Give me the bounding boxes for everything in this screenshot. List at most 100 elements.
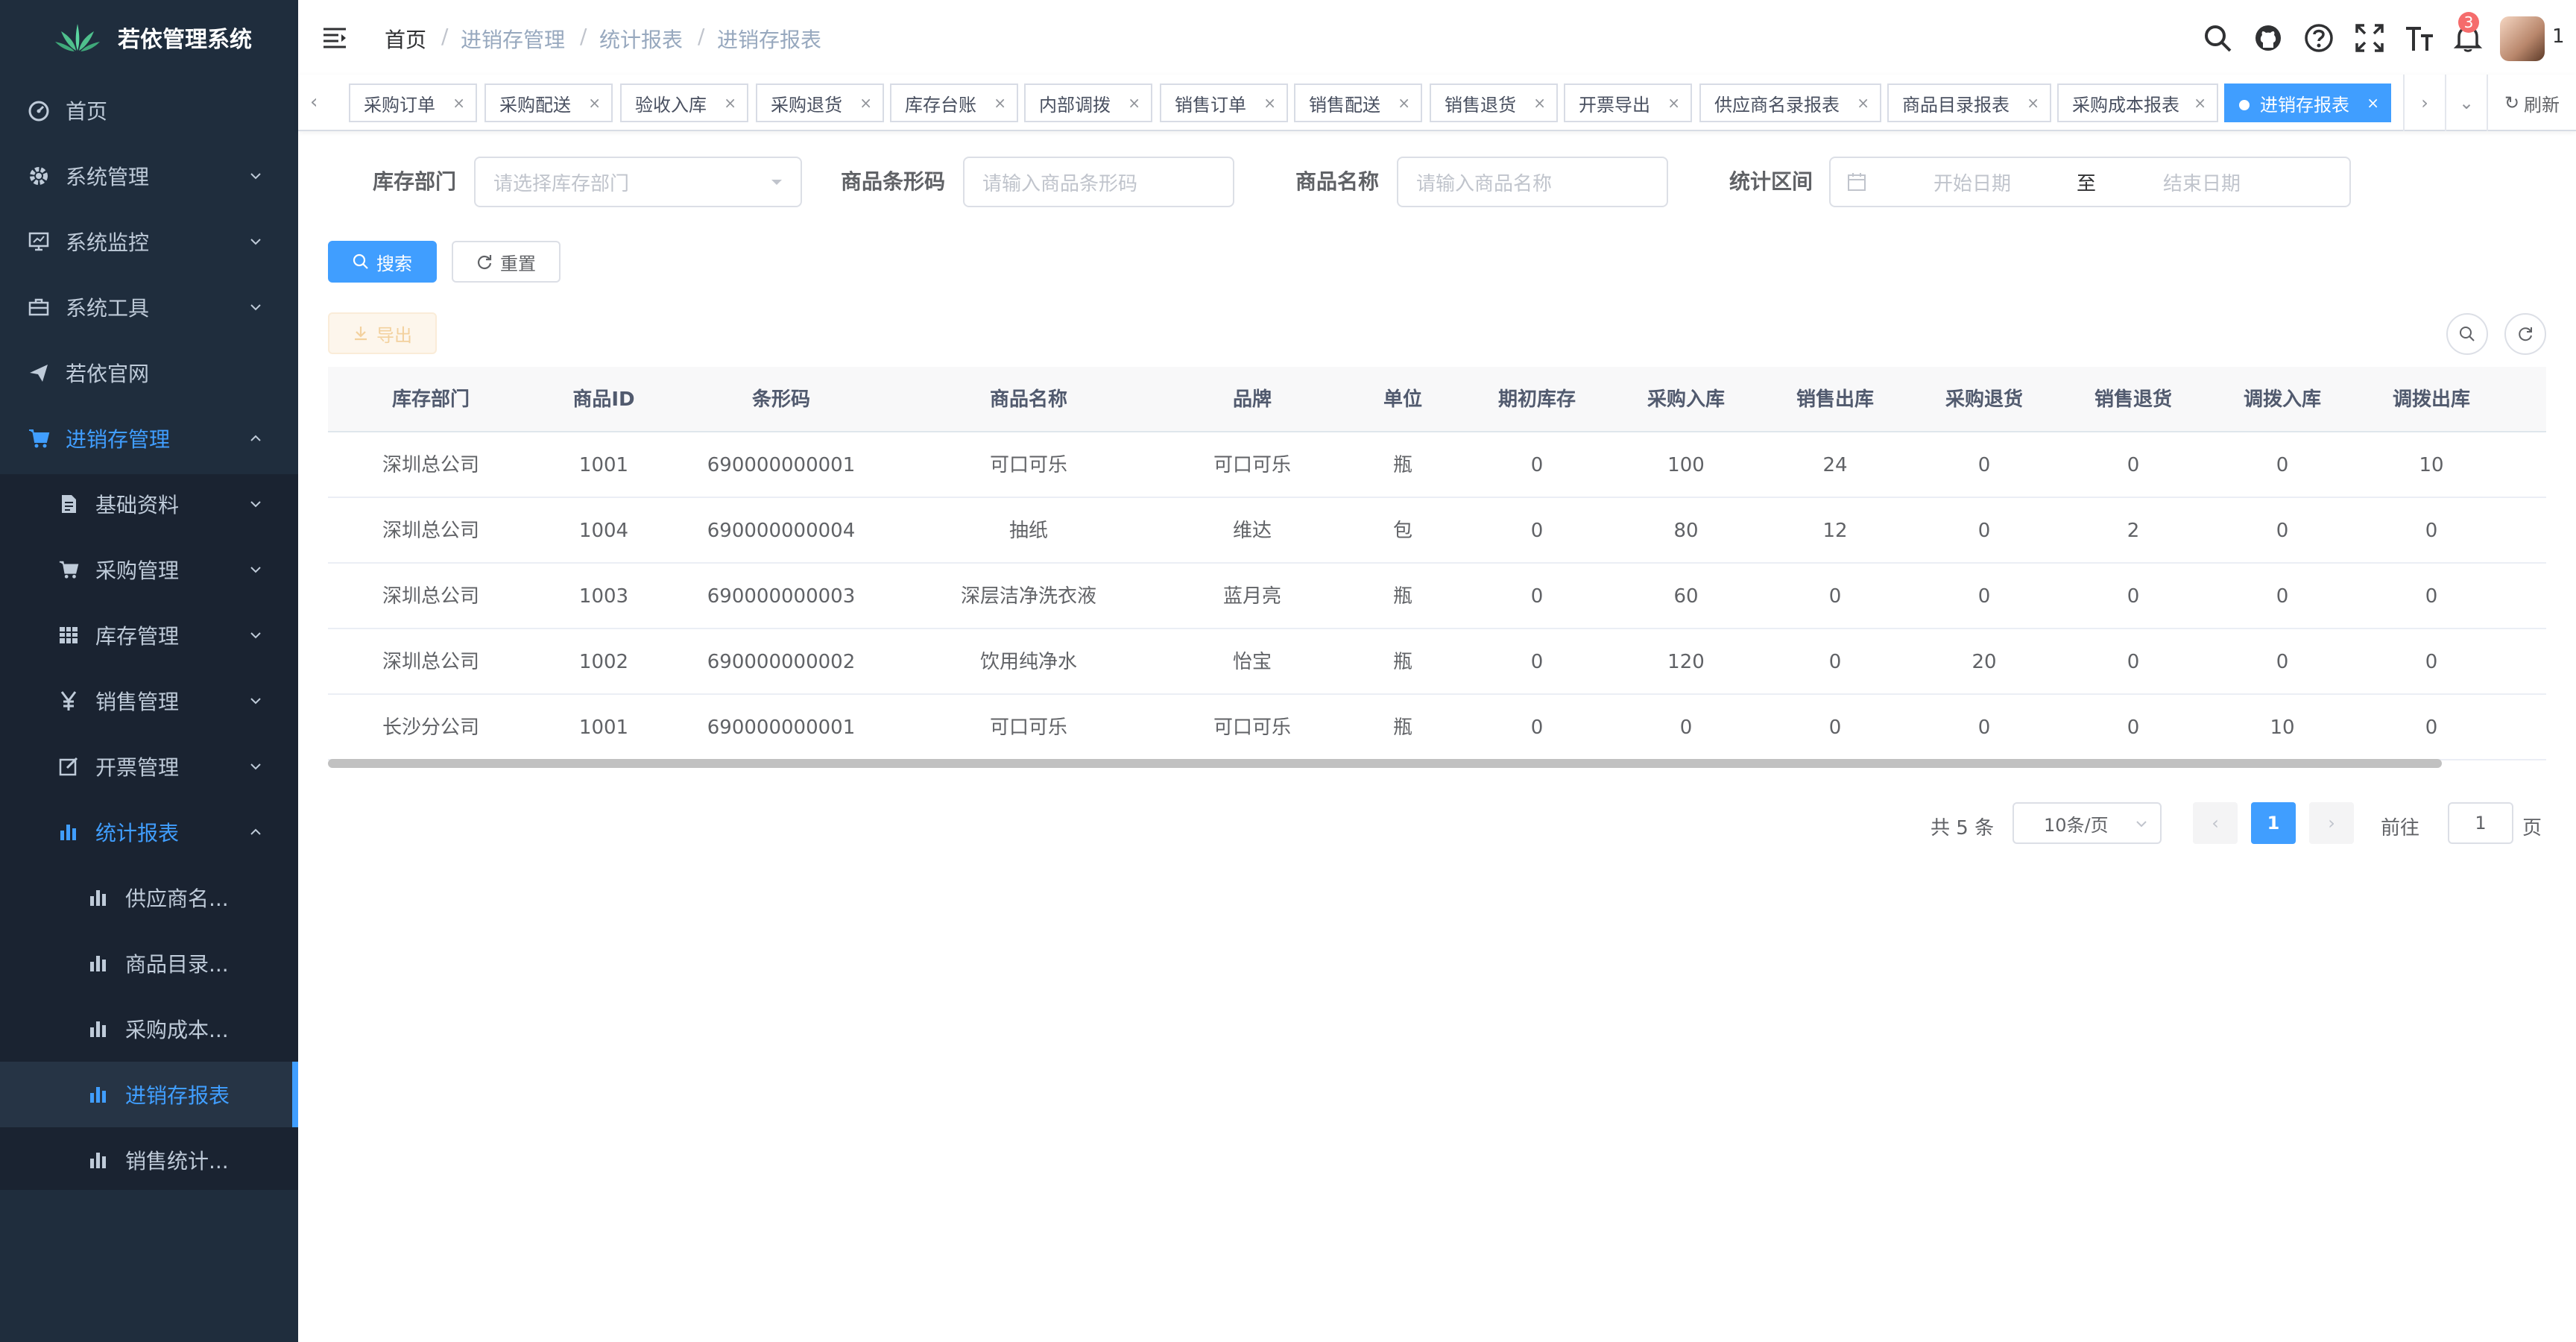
sidebar-item-catalog-report[interactable]: 商品目录... bbox=[0, 930, 298, 996]
bar-chart-icon bbox=[86, 1017, 110, 1041]
question-icon[interactable] bbox=[2303, 22, 2334, 54]
product-name-input[interactable]: 请输入商品名称 bbox=[1397, 157, 1668, 207]
chevron-down-icon[interactable]: ⌄ bbox=[2445, 75, 2487, 131]
sidebar-item-website[interactable]: 若依官网 bbox=[0, 340, 298, 406]
sidebar-item-stock[interactable]: 库存管理 bbox=[0, 602, 298, 668]
sidebar-item-cost-report[interactable]: 采购成本... bbox=[0, 996, 298, 1062]
sidebar-item-sales-report[interactable]: 销售统计... bbox=[0, 1127, 298, 1193]
breadcrumb-item[interactable]: 进销存管理 bbox=[461, 24, 565, 54]
hamburger-icon[interactable] bbox=[322, 25, 347, 51]
sidebar-item-supplier-report[interactable]: 供应商名... bbox=[0, 865, 298, 930]
close-icon[interactable]: × bbox=[588, 94, 601, 112]
table-row[interactable]: 深圳总公司 1001 690000000001 可口可乐 可口可乐 瓶 0 100 24 0 0 0 1… bbox=[328, 432, 2546, 498]
toggle-search-button[interactable] bbox=[2446, 313, 2488, 355]
font-size-icon[interactable] bbox=[2405, 22, 2436, 54]
close-icon[interactable]: × bbox=[2367, 94, 2379, 112]
tag-label: 销售配送 bbox=[1309, 94, 1380, 116]
tag-item[interactable]: 采购订单 × bbox=[349, 84, 477, 122]
date-range-picker[interactable]: 开始日期 至 结束日期 bbox=[1829, 157, 2351, 207]
tag-item[interactable]: 销售订单 × bbox=[1160, 84, 1288, 122]
tag-item[interactable]: 进销存报表 × bbox=[2224, 84, 2391, 122]
refresh-icon bbox=[2519, 327, 2532, 341]
close-icon[interactable]: × bbox=[1128, 94, 1140, 112]
close-icon[interactable]: × bbox=[1533, 94, 1546, 112]
table-cell: 0 bbox=[2127, 716, 2140, 739]
chevron-right-icon[interactable]: › bbox=[2403, 75, 2445, 131]
navbar: 首页 / 进销存管理 / 统计报表 / 进销存报表 3 1 bbox=[298, 0, 2576, 75]
close-icon[interactable]: × bbox=[1667, 94, 1680, 112]
close-icon[interactable]: × bbox=[1398, 94, 1410, 112]
sidebar-item-monitor[interactable]: 系统监控 bbox=[0, 209, 298, 274]
avatar[interactable] bbox=[2500, 16, 2545, 61]
start-date-placeholder[interactable]: 开始日期 bbox=[1933, 168, 2011, 196]
table-row[interactable]: 深圳总公司 1004 690000000004 抽纸 维达 包 0 80 12 0 2 0 0 bbox=[328, 498, 2546, 564]
sidebar-item-purchase[interactable]: 采购管理 bbox=[0, 537, 298, 602]
table-cell: 10 bbox=[2419, 454, 2444, 476]
page-number-button[interactable]: 1 bbox=[2251, 802, 2296, 844]
breadcrumb-item[interactable]: 统计报表 bbox=[599, 24, 683, 54]
refresh-table-button[interactable] bbox=[2504, 313, 2546, 355]
close-icon[interactable]: × bbox=[859, 94, 872, 112]
column-header: 库存部门 bbox=[391, 388, 470, 411]
next-page-button[interactable]: › bbox=[2309, 802, 2354, 844]
tag-item[interactable]: 销售配送 × bbox=[1294, 84, 1422, 122]
end-date-placeholder[interactable]: 结束日期 bbox=[2163, 168, 2241, 196]
close-icon[interactable]: × bbox=[452, 94, 465, 112]
tag-item[interactable]: 开票导出 × bbox=[1564, 84, 1692, 122]
calendar-icon bbox=[1848, 173, 1866, 191]
user-suffix[interactable]: 1 bbox=[2552, 25, 2565, 48]
dept-select[interactable]: 请选择库存部门 bbox=[474, 157, 802, 207]
sidebar-item-invoice[interactable]: 开票管理 bbox=[0, 734, 298, 799]
close-icon[interactable]: × bbox=[724, 94, 736, 112]
tag-item[interactable]: 供应商名录报表 × bbox=[1699, 84, 1881, 122]
tag-item[interactable]: 商品目录报表 × bbox=[1887, 84, 2051, 122]
tag-label: 进销存报表 bbox=[2260, 94, 2349, 116]
table-cell: 瓶 bbox=[1392, 716, 1412, 739]
sidebar-item-reports[interactable]: 统计报表 bbox=[0, 799, 298, 865]
tag-item[interactable]: 库存台账 × bbox=[890, 84, 1018, 122]
tag-item[interactable]: 内部调拨 × bbox=[1024, 84, 1152, 122]
close-icon[interactable]: × bbox=[1857, 94, 1869, 112]
prev-page-button[interactable]: ‹ bbox=[2193, 802, 2238, 844]
sidebar-item-inventory-report[interactable]: 进销存报表 bbox=[0, 1062, 298, 1127]
tag-item[interactable]: 销售退货 × bbox=[1430, 84, 1558, 122]
table-cell: 0 bbox=[2425, 651, 2438, 673]
fullscreen-icon[interactable] bbox=[2354, 22, 2385, 54]
chevron-left-icon[interactable]: ‹ bbox=[310, 91, 318, 113]
sidebar-item-home[interactable]: 首页 bbox=[0, 78, 298, 143]
table-row[interactable]: 深圳总公司 1002 690000000002 饮用纯净水 怡宝 瓶 0 120 0 20 0 0 0 bbox=[328, 629, 2546, 695]
table-row[interactable]: 深圳总公司 1003 690000000003 深层洁净洗衣液 蓝月亮 瓶 0 60 0 0 0 0 0 bbox=[328, 564, 2546, 629]
goto-page-input[interactable]: 1 bbox=[2448, 802, 2513, 844]
barcode-input[interactable]: 请输入商品条形码 bbox=[963, 157, 1234, 207]
close-icon[interactable]: × bbox=[2027, 94, 2039, 112]
refresh-tags-button[interactable]: ↻ 刷新 bbox=[2487, 75, 2576, 131]
close-icon[interactable]: × bbox=[994, 94, 1006, 112]
tag-item[interactable]: 采购成本报表 × bbox=[2057, 84, 2218, 122]
sidebar-item-inventory[interactable]: 进销存管理 bbox=[0, 406, 298, 471]
sidebar-item-sales[interactable]: 销售管理 bbox=[0, 668, 298, 734]
sidebar-item-system[interactable]: 系统管理 bbox=[0, 143, 298, 209]
sidebar-item-tools[interactable]: 系统工具 bbox=[0, 274, 298, 340]
search-icon[interactable] bbox=[2202, 22, 2233, 54]
reset-button[interactable]: 重置 bbox=[452, 241, 561, 283]
tag-item[interactable]: 采购退货 × bbox=[756, 84, 884, 122]
logo[interactable]: 若依管理系统 bbox=[0, 0, 298, 75]
sidebar-item-label: 采购成本... bbox=[125, 1018, 229, 1042]
table-cell: 可口可乐 bbox=[989, 454, 1067, 476]
breadcrumb-item[interactable]: 首页 bbox=[385, 24, 426, 54]
search-button[interactable]: 搜索 bbox=[328, 241, 437, 283]
export-button[interactable]: 导出 bbox=[328, 312, 437, 354]
sidebar-item-label: 销售统计... bbox=[125, 1149, 229, 1174]
table-horizontal-scrollbar[interactable] bbox=[328, 759, 2442, 768]
close-icon[interactable]: × bbox=[2194, 94, 2206, 112]
table-cell: 0 bbox=[1828, 716, 1842, 739]
sidebar-item-label: 进销存管理 bbox=[66, 427, 171, 452]
page-size-select[interactable]: 10条/页 bbox=[2012, 802, 2162, 844]
close-icon[interactable]: × bbox=[1263, 94, 1276, 112]
sidebar-item-basic-data[interactable]: 基础资料 bbox=[0, 471, 298, 537]
tag-item[interactable]: 采购配送 × bbox=[484, 84, 613, 122]
tag-item[interactable]: 验收入库 × bbox=[620, 84, 748, 122]
github-icon[interactable] bbox=[2253, 22, 2284, 54]
table-row[interactable]: 长沙分公司 1001 690000000001 可口可乐 可口可乐 瓶 0 0 0 0 0 10 0 bbox=[328, 695, 2546, 760]
table-cell: 0 bbox=[2425, 520, 2438, 542]
